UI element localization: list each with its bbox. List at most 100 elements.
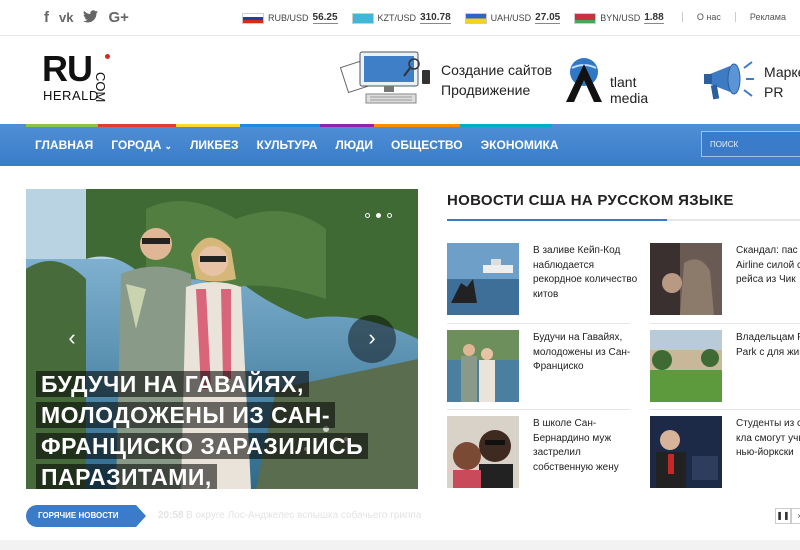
- ad-line: media: [610, 90, 649, 106]
- ads-link[interactable]: Реклама: [734, 12, 800, 22]
- ukraine-flag-icon: [464, 12, 487, 24]
- top-links: О нас Реклама: [681, 12, 800, 22]
- news-item-students[interactable]: Студенты из среднего кла смогут учиться …: [650, 416, 800, 490]
- ad-web-design[interactable]: Создание сайтов Продвижение: [330, 48, 560, 110]
- featured-slider[interactable]: ‹ › БУДУЧИ НА ГАВАЙЯХ, МОЛОДОЖЕНЫ ИЗ САН…: [26, 189, 418, 489]
- news-item-text: Студенты из среднего кла смогут учиться …: [736, 418, 800, 458]
- currency-rates: RUB/USD 56.25 KZT/USD 310.78 UAH/USD 27.…: [242, 12, 664, 24]
- rate-value: 1.88: [644, 12, 664, 24]
- logo-main: RU: [42, 48, 93, 89]
- rate-pair: UAH/USD: [490, 13, 532, 23]
- search-input[interactable]: [701, 131, 800, 157]
- news-item-whales[interactable]: В заливе Кейп-Код наблюдается рекордное …: [447, 243, 647, 317]
- kazakhstan-flag-icon: [351, 12, 374, 24]
- slide-title-text: БУДУЧИ НА ГАВАЙЯХ, МОЛОДОЖЕНЫ ИЗ САН-ФРА…: [36, 371, 369, 489]
- ad-line: Продвижение: [441, 82, 531, 98]
- news-divider: [447, 323, 630, 324]
- computer-illustration-icon: [339, 51, 430, 104]
- news-item-hawaii[interactable]: Будучи на Гавайях, молодожены из Сан-Фра…: [447, 330, 647, 404]
- ad-marketing[interactable]: Марке PR: [700, 50, 800, 110]
- ad-atlant-text: tlant media: [610, 74, 648, 106]
- rate-value: 310.78: [420, 12, 451, 24]
- logo-dot: [105, 54, 110, 59]
- news-item-text: В школе Сан-Бернардино муж застрелил соб…: [533, 418, 619, 473]
- ticker-next-button[interactable]: ›: [791, 508, 800, 524]
- news-divider: [650, 409, 800, 410]
- social-links: f vk G+: [44, 10, 129, 27]
- nav-item-likbez[interactable]: ЛИКБЕЗ: [181, 124, 248, 166]
- russia-flag-icon: [242, 12, 264, 24]
- nav-label: ЛЮДИ: [335, 138, 374, 152]
- twitter-icon[interactable]: [83, 10, 99, 27]
- nav-label: КУЛЬТУРА: [256, 138, 318, 152]
- ticker-headline[interactable]: В округе Лос-Анджелес вспышка собачьего …: [186, 510, 421, 521]
- slider-dots: [365, 213, 392, 218]
- atlant-logo-icon: [566, 58, 602, 102]
- main-nav: ГЛАВНАЯ ГОРОДА ⌄ ЛИКБЕЗ КУЛЬТУРА ЛЮДИ ОБЩ…: [26, 124, 567, 166]
- news-thumbnail: [447, 330, 519, 402]
- megaphone-icon: [704, 61, 754, 100]
- slider-dot-active[interactable]: [376, 213, 381, 218]
- ad-line: Создание сайтов: [441, 62, 553, 78]
- nav-item-economy[interactable]: ЭКОНОМИКА: [472, 124, 568, 166]
- rate-uah: UAH/USD 27.05: [464, 12, 561, 24]
- nav-item-people[interactable]: ЛЮДИ: [326, 124, 382, 166]
- nav-item-home[interactable]: ГЛАВНАЯ: [26, 124, 102, 166]
- ad-line: PR: [764, 84, 784, 100]
- vk-icon[interactable]: vk: [59, 10, 73, 27]
- site-logo[interactable]: RU HERALD COM: [42, 48, 132, 106]
- news-section-heading: НОВОСТИ США НА РУССКОМ ЯЗЫКЕ: [447, 192, 734, 209]
- news-item-text: Владельцам Precita Park с для животны: [736, 332, 800, 358]
- bottom-band: [0, 540, 800, 550]
- facebook-icon[interactable]: f: [44, 10, 49, 27]
- about-link[interactable]: О нас: [681, 12, 735, 22]
- slider-dot[interactable]: [387, 213, 392, 218]
- news-thumbnail: [447, 416, 519, 488]
- nav-item-culture[interactable]: КУЛЬТУРА: [248, 124, 327, 166]
- rate-rub: RUB/USD 56.25: [242, 12, 338, 24]
- news-thumbnail: [650, 243, 722, 315]
- slide-title[interactable]: БУДУЧИ НА ГАВАЙЯХ, МОЛОДОЖЕНЫ ИЗ САН-ФРА…: [36, 369, 396, 489]
- belarus-flag-icon: [574, 12, 597, 24]
- ad-atlant-media[interactable]: tlant media: [562, 52, 672, 112]
- news-item-san-bernardino[interactable]: В школе Сан-Бернардино муж застрелил соб…: [447, 416, 647, 490]
- ticker-pause-button[interactable]: ❚❚: [775, 508, 791, 524]
- news-item-text: Будучи на Гавайях, молодожены из Сан-Фра…: [533, 332, 631, 372]
- ad-web-design-text: Создание сайтов Продвижение: [441, 60, 552, 100]
- heading-accent: [447, 219, 667, 221]
- ad-line: Марке: [764, 64, 800, 80]
- slider-prev-button[interactable]: ‹: [48, 315, 96, 363]
- ticker-time: 20:58: [158, 510, 184, 521]
- nav-item-society[interactable]: ОБЩЕСТВО: [382, 124, 472, 166]
- hot-news-label: ГОРЯЧИЕ НОВОСТИ: [26, 505, 146, 527]
- rate-byn: BYN/USD 1.88: [574, 12, 664, 24]
- ad-line: tlant: [610, 74, 637, 90]
- ad-marketing-text: Марке PR: [764, 62, 800, 102]
- nav-label: ОБЩЕСТВО: [391, 138, 463, 152]
- rate-pair: RUB/USD: [268, 13, 309, 23]
- rate-pair: KZT/USD: [377, 13, 417, 23]
- slider-dot[interactable]: [365, 213, 370, 218]
- news-item-united[interactable]: Скандал: пас United Airline силой сняли …: [650, 243, 800, 317]
- news-item-text: В заливе Кейп-Код наблюдается рекордное …: [533, 245, 638, 300]
- rate-pair: BYN/USD: [600, 13, 641, 23]
- chevron-down-icon: ⌄: [164, 141, 172, 151]
- nav-label: ГЛАВНАЯ: [35, 138, 94, 152]
- slider-next-button[interactable]: ›: [348, 315, 396, 363]
- news-thumbnail: [650, 416, 722, 488]
- rate-value: 56.25: [312, 12, 338, 24]
- news-item-precita[interactable]: Владельцам Precita Park с для животны: [650, 330, 800, 404]
- rate-value: 27.05: [535, 12, 561, 24]
- nav-label: ЭКОНОМИКА: [480, 138, 559, 152]
- google-plus-icon[interactable]: G+: [108, 10, 128, 27]
- logo-sub: HERALD: [43, 88, 99, 103]
- logo-suffix: COM: [93, 72, 108, 103]
- news-item-text: Скандал: пас United Airline силой сняли …: [736, 245, 800, 285]
- nav-item-cities[interactable]: ГОРОДА ⌄: [102, 124, 181, 166]
- rate-kzt: KZT/USD 310.78: [351, 12, 451, 24]
- top-bar: f vk G+ RUB/USD 56.25 KZT/USD 310.78 UAH…: [0, 0, 800, 36]
- news-divider: [650, 323, 800, 324]
- news-thumbnail: [447, 243, 519, 315]
- nav-label: ЛИКБЕЗ: [189, 138, 239, 152]
- news-thumbnail: [650, 330, 722, 402]
